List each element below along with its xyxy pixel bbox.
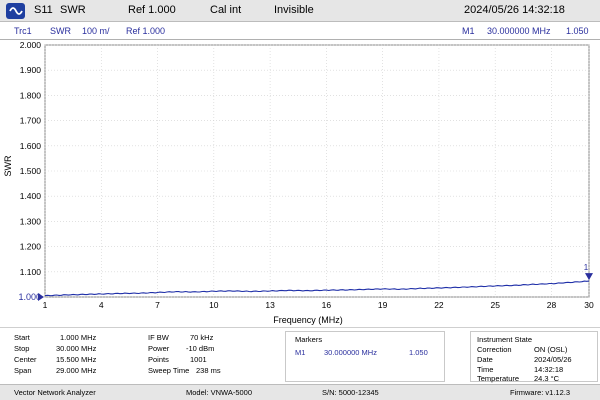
status-serial: S/N: 5000-12345 bbox=[322, 388, 379, 397]
trace-name[interactable]: Trc1 bbox=[14, 26, 32, 36]
x-tick-label: 19 bbox=[378, 300, 388, 310]
display-format[interactable]: SWR bbox=[60, 4, 86, 16]
y-tick-label: 1.200 bbox=[20, 242, 42, 252]
sweep-span-label: Span bbox=[14, 366, 32, 375]
app-logo-icon[interactable] bbox=[6, 3, 25, 19]
y-tick-label: 1.000 bbox=[18, 292, 41, 302]
info-panel: Start 1.000 MHz Stop 30.000 MHz Center 1… bbox=[0, 327, 600, 384]
points-label: Points bbox=[148, 355, 169, 364]
marker-m1-triangle-icon[interactable] bbox=[585, 273, 593, 281]
status-model: Model: VNWA-5000 bbox=[186, 388, 252, 397]
trace-layer bbox=[44, 280, 590, 297]
power-label: Power bbox=[148, 344, 170, 353]
trace-scale[interactable]: 100 m/ bbox=[82, 26, 110, 36]
y-tick-label: 1.700 bbox=[20, 116, 42, 126]
x-axis-label: Frequency (MHz) bbox=[273, 315, 343, 325]
x-axis-ticks: 1 4 7 10 13 16 19 22 25 28 30 bbox=[43, 300, 594, 310]
marker-m1-freq: 30.000000 MHz bbox=[324, 348, 377, 357]
sweep-span-value[interactable]: 29.000 MHz bbox=[56, 366, 96, 376]
marker-m1-name[interactable]: M1 bbox=[295, 348, 305, 358]
x-tick-label: 13 bbox=[265, 300, 275, 310]
x-tick-label: 22 bbox=[434, 300, 444, 310]
temperature-value: 24.3 °C bbox=[534, 374, 560, 383]
y-tick-label: 1.100 bbox=[20, 267, 42, 277]
y-tick-label: 1.900 bbox=[20, 65, 42, 75]
y-tick-label: 1.400 bbox=[20, 191, 42, 201]
top-bar: S11 SWR Ref 1.000 Cal int Invisible 2024… bbox=[0, 0, 600, 22]
measurement-parameter[interactable]: S11 bbox=[34, 4, 53, 16]
sweep-time-value[interactable]: 238 ms bbox=[196, 366, 221, 376]
marker-readout-value: 1.050 bbox=[566, 26, 589, 36]
trace-reference[interactable]: Ref 1.000 bbox=[126, 26, 165, 36]
correction-value: ON (OSL) bbox=[534, 345, 568, 354]
markers-title: Markers bbox=[295, 335, 323, 344]
power-value[interactable]: -10 dBm bbox=[186, 344, 214, 354]
chart-grid bbox=[44, 44, 590, 298]
date-value: 2024/05/26 bbox=[534, 355, 572, 364]
reference-value[interactable]: Ref 1.000 bbox=[128, 4, 176, 16]
status-firmware: Firmware: v1.12.3 bbox=[510, 388, 571, 397]
sweep-start-label: Start bbox=[14, 333, 30, 342]
instrument-state-box: Instrument State Correction ON (OSL) Dat… bbox=[470, 331, 598, 383]
y-axis-label: SWR bbox=[3, 155, 13, 176]
ifbw-value[interactable]: 70 kHz bbox=[190, 333, 213, 343]
chart-canvas[interactable]: 2.000 1.900 1.800 1.700 1.600 1.500 1.400 1.300… bbox=[0, 40, 600, 327]
date-time: 2024/05/26 14:32:18 bbox=[464, 4, 565, 16]
x-tick-label: 10 bbox=[209, 300, 219, 310]
marker-readout-frequency: 30.000000 MHz bbox=[487, 26, 551, 36]
date-label: Date bbox=[477, 355, 493, 364]
status-app-name: Vector Network Analyzer bbox=[14, 388, 96, 397]
ifbw-label: IF BW bbox=[148, 333, 169, 342]
status-bar: Vector Network Analyzer Model: VNWA-5000… bbox=[0, 384, 600, 400]
swr-trace-line[interactable] bbox=[44, 280, 590, 297]
x-tick-label: 4 bbox=[99, 300, 104, 310]
swr-chart[interactable]: 2.000 1.900 1.800 1.700 1.600 1.500 1.400 1.300… bbox=[0, 40, 600, 327]
x-tick-label: 30 bbox=[584, 300, 594, 310]
sweep-stop-value[interactable]: 30.000 MHz bbox=[56, 344, 96, 354]
trace-info-bar: Trc1 SWR 100 m/ Ref 1.000 M1 30.000000 M… bbox=[0, 22, 600, 40]
calibration-status[interactable]: Cal int bbox=[210, 4, 241, 16]
instrument-state-title: Instrument State bbox=[477, 335, 533, 344]
sweep-time-label: Sweep Time bbox=[148, 366, 190, 375]
correction-label: Correction bbox=[477, 345, 512, 354]
marker-m1-label: 1 bbox=[584, 263, 589, 272]
markers-box: Markers M1 30.000000 MHz 1.050 bbox=[285, 331, 445, 382]
x-tick-label: 16 bbox=[322, 300, 332, 310]
sweep-stop-label: Stop bbox=[14, 344, 30, 353]
marker-m1-value: 1.050 bbox=[409, 348, 428, 357]
sweep-center-label: Center bbox=[14, 355, 37, 364]
y-axis-ticks: 2.000 1.900 1.800 1.700 1.600 1.500 1.400 1.300… bbox=[18, 40, 44, 302]
temperature-label: Temperature bbox=[477, 374, 520, 383]
y-tick-label: 1.600 bbox=[20, 141, 42, 151]
sweep-start-value[interactable]: 1.000 MHz bbox=[60, 333, 96, 343]
y-tick-label: 1.800 bbox=[20, 90, 42, 100]
x-tick-label: 25 bbox=[490, 300, 500, 310]
sweep-center-value[interactable]: 15.500 MHz bbox=[56, 355, 96, 365]
y-tick-label: 1.500 bbox=[20, 166, 42, 176]
trace-format[interactable]: SWR bbox=[50, 26, 71, 36]
x-tick-label: 7 bbox=[155, 300, 160, 310]
points-value[interactable]: 1001 bbox=[190, 355, 207, 365]
x-tick-label: 1 bbox=[43, 300, 48, 310]
y-tick-label: 2.000 bbox=[20, 40, 42, 50]
trace-visibility[interactable]: Invisible bbox=[274, 4, 314, 16]
x-tick-label: 28 bbox=[547, 300, 557, 310]
marker-readout-name: M1 bbox=[462, 26, 475, 36]
y-tick-label: 1.300 bbox=[20, 216, 42, 226]
